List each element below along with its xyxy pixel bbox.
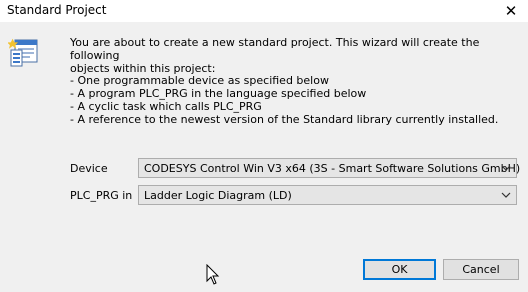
ok-button[interactable]: OK	[363, 259, 436, 280]
mouse-cursor-icon	[206, 264, 220, 285]
list-item: - A cyclic task which calls PLC_PRG	[70, 100, 262, 113]
device-select[interactable]: CODESYS Control Win V3 x64 (3S - Smart S…	[138, 158, 521, 178]
intro-text: You are about to create a new standard p…	[70, 36, 480, 75]
chevron-down-icon[interactable]	[500, 189, 512, 201]
plc-prg-label: PLC_PRG in	[70, 189, 133, 202]
device-label: Device	[70, 162, 108, 175]
plc-prg-select-value: Ladder Logic Diagram (LD)	[144, 189, 292, 202]
title-bar[interactable]: Standard Project ✕	[0, 0, 528, 23]
close-icon[interactable]: ✕	[496, 0, 526, 22]
cancel-button[interactable]: Cancel	[443, 259, 519, 280]
window-title: Standard Project	[7, 3, 107, 17]
plc-prg-language-select[interactable]: Ladder Logic Diagram (LD)	[138, 185, 517, 205]
bullet-list: - One programmable device as specified b…	[70, 74, 520, 126]
list-item: - A reference to the newest version of t…	[70, 113, 499, 126]
chevron-down-icon[interactable]	[500, 162, 512, 174]
standard-project-dialog: Standard Project ✕ You are about to crea…	[0, 0, 528, 292]
list-item: - A program PLC_PRG in the language spec…	[70, 87, 367, 100]
list-item: - One programmable device as specified b…	[70, 74, 329, 87]
wizard-icon	[8, 38, 38, 67]
device-select-value: CODESYS Control Win V3 x64 (3S - Smart S…	[144, 162, 521, 175]
